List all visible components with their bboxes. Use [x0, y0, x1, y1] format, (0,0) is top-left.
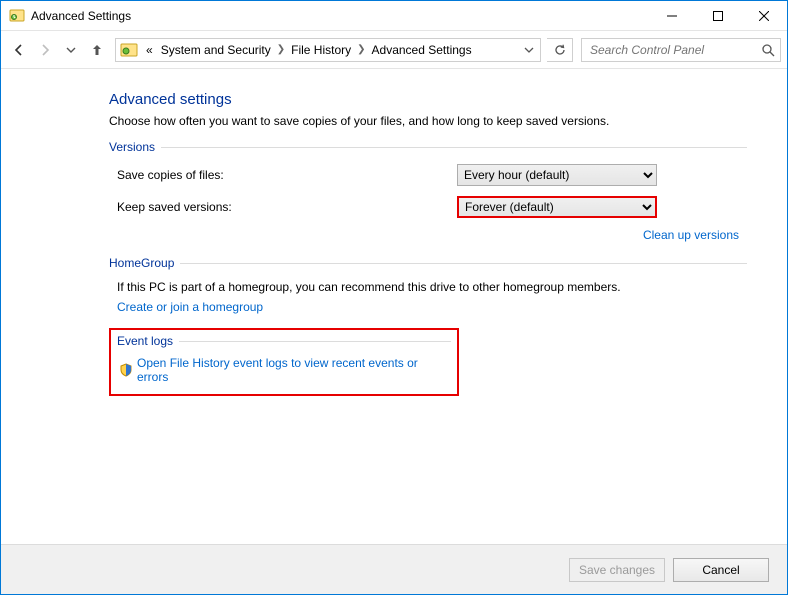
shield-icon: [119, 363, 133, 377]
search-input[interactable]: [588, 42, 760, 58]
homegroup-group-label: HomeGroup: [109, 256, 180, 270]
content-area: Advanced settings Choose how often you w…: [1, 69, 787, 544]
search-icon[interactable]: [760, 42, 776, 58]
control-panel-icon: [120, 41, 138, 59]
window-title: Advanced Settings: [31, 9, 131, 23]
back-button[interactable]: [7, 38, 31, 62]
cleanup-versions-link[interactable]: Clean up versions: [643, 228, 739, 242]
homegroup-text: If this PC is part of a homegroup, you c…: [117, 280, 747, 294]
breadcrumb-item[interactable]: Advanced Settings: [368, 43, 476, 57]
chevron-right-icon[interactable]: ❯: [275, 44, 287, 55]
address-bar[interactable]: « System and Security ❯ File History ❯ A…: [115, 38, 541, 62]
group-divider: [180, 263, 747, 264]
maximize-button[interactable]: [695, 1, 741, 31]
forward-button[interactable]: [33, 38, 57, 62]
versions-group-label: Versions: [109, 140, 161, 154]
breadcrumb-item[interactable]: File History: [287, 43, 355, 57]
up-button[interactable]: [85, 38, 109, 62]
search-box[interactable]: [581, 38, 781, 62]
eventlogs-group-label: Event logs: [117, 334, 179, 348]
versions-group: Versions Save copies of files: Every hou…: [109, 140, 747, 242]
homegroup-link[interactable]: Create or join a homegroup: [117, 300, 263, 314]
breadcrumb-prefix: «: [142, 43, 157, 57]
eventlogs-group: Event logs Open File History event logs …: [109, 328, 459, 396]
footer-bar: Save changes Cancel: [1, 544, 787, 594]
close-button[interactable]: [741, 1, 787, 31]
save-copies-label: Save copies of files:: [117, 168, 457, 182]
save-copies-select[interactable]: Every hour (default): [457, 164, 657, 186]
refresh-button[interactable]: [547, 38, 573, 62]
address-dropdown-button[interactable]: [518, 39, 538, 61]
nav-bar: « System and Security ❯ File History ❯ A…: [1, 31, 787, 69]
page-description: Choose how often you want to save copies…: [109, 114, 747, 128]
group-divider: [161, 147, 747, 148]
page-title: Advanced settings: [109, 91, 747, 108]
save-changes-button[interactable]: Save changes: [569, 558, 665, 582]
title-bar: Advanced Settings: [1, 1, 787, 31]
group-divider: [179, 341, 451, 342]
homegroup-group: HomeGroup If this PC is part of a homegr…: [109, 256, 747, 314]
open-event-logs-link[interactable]: Open File History event logs to view rec…: [137, 356, 451, 384]
cancel-button[interactable]: Cancel: [673, 558, 769, 582]
minimize-button[interactable]: [649, 1, 695, 31]
app-icon: [9, 8, 25, 24]
recent-locations-button[interactable]: [59, 38, 83, 62]
chevron-right-icon[interactable]: ❯: [355, 44, 367, 55]
keep-versions-label: Keep saved versions:: [117, 200, 457, 214]
keep-versions-select[interactable]: Forever (default): [457, 196, 657, 218]
breadcrumb-item[interactable]: System and Security: [157, 43, 275, 57]
